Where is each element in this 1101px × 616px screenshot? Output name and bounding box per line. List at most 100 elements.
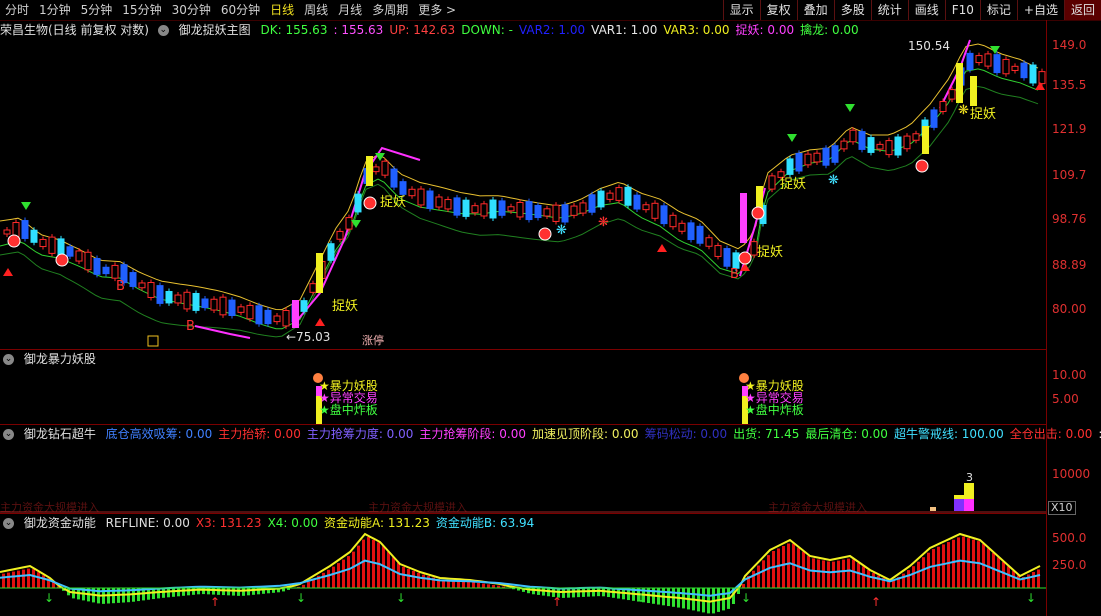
- signal-bar-magenta: [740, 193, 747, 243]
- momentum-bar-green: [237, 588, 240, 596]
- momentum-bar-green: [572, 588, 575, 598]
- panel4-value-4: 资金动能B: 63.94: [435, 516, 535, 530]
- panel3-scale-badge[interactable]: X10: [1048, 501, 1076, 515]
- period-tab-4[interactable]: 30分钟: [167, 0, 216, 20]
- panel3-faint-text: 主力资金大规模进入: [768, 500, 867, 513]
- period-tab-0[interactable]: 分时: [0, 0, 34, 20]
- period-tab-10[interactable]: 更多 >: [413, 0, 461, 20]
- panel2-label: ★盘中炸板: [319, 402, 378, 417]
- momentum-bar-red: [32, 569, 35, 588]
- collapse-icon[interactable]: ⌄: [3, 354, 14, 365]
- period-tab-2[interactable]: 5分钟: [76, 0, 118, 20]
- momentum-bar-red: [787, 543, 790, 588]
- toolbar-button-6[interactable]: F10: [944, 0, 980, 20]
- candle-body: [984, 53, 992, 67]
- panel4-chart[interactable]: ↓ ↑ ↓ ↓ ↑ ↓ ↓ ↑ ↓: [0, 532, 1046, 616]
- candle-body: [804, 153, 812, 166]
- panel3-chart[interactable]: 主力资金大规模进入 主力资金大规模进入 主力资金大规模进入 3: [0, 443, 1046, 513]
- momentum-bar-green: [182, 588, 185, 596]
- main-value-7: 捉妖: 0.00: [735, 23, 795, 37]
- main-value-6: VAR3: 0.00: [663, 23, 730, 37]
- main-ytick-6: 80.00: [1052, 302, 1087, 316]
- candle-body: [336, 230, 344, 240]
- momentum-bar-red: [892, 580, 895, 588]
- candle-body: [147, 282, 155, 298]
- candle-body: [372, 166, 380, 173]
- momentum-bar-red: [362, 539, 365, 588]
- toolbar-button-8[interactable]: +自选: [1016, 0, 1064, 20]
- period-tab-5[interactable]: 60分钟: [216, 0, 265, 20]
- momentum-bar-red: [912, 566, 915, 588]
- period-tab-7[interactable]: 周线: [299, 0, 333, 20]
- momentum-bar-green: [247, 588, 250, 596]
- panel2-indicator-name[interactable]: 御龙暴力妖股: [24, 352, 96, 366]
- main-price-chart[interactable]: ❋❋❋❋捉妖捉妖捉妖捉妖BBB涨停捉妖150.54←75.03: [0, 38, 1046, 350]
- momentum-bar-red: [922, 557, 925, 588]
- period-tab-9[interactable]: 多周期: [367, 0, 413, 20]
- momentum-bar-green: [167, 588, 170, 598]
- panel3-indicator-name[interactable]: 御龙钻石超牛: [24, 427, 96, 441]
- collapse-icon[interactable]: ⌄: [157, 25, 169, 36]
- momentum-bar-red: [767, 555, 770, 588]
- momentum-bar-red: [947, 542, 950, 588]
- ma-line-green: [0, 68, 1039, 330]
- candle-body: [867, 137, 875, 153]
- arrow-down-icon: ↓: [296, 591, 306, 605]
- momentum-bar-red: [867, 569, 870, 588]
- candle-body: [84, 251, 92, 271]
- panel3-faint-text: 主力资金大规模进入: [368, 500, 467, 513]
- toolbar-button-1[interactable]: 复权: [759, 0, 797, 20]
- candle-body: [1011, 65, 1019, 71]
- main-value-0: DK: 155.63: [260, 23, 328, 37]
- momentum-bar-red: [347, 556, 350, 588]
- panel3-value-1: 主力抬轿: 0.00: [218, 427, 301, 441]
- toolbar-button-3[interactable]: 多股: [833, 0, 871, 20]
- main-ytick-3: 109.7: [1052, 168, 1087, 182]
- momentum-bar-red: [872, 573, 875, 588]
- main-ytick-2: 121.9: [1052, 122, 1087, 136]
- collapse-icon[interactable]: ⌄: [3, 429, 14, 440]
- candle-body: [75, 250, 83, 262]
- panel4-ytick-500: 500.0: [1052, 531, 1087, 545]
- momentum-bar-green: [597, 588, 600, 597]
- candle-body: [606, 192, 614, 200]
- collapse-icon[interactable]: ⌄: [3, 518, 14, 529]
- panel2-chart[interactable]: ★暴力妖股★异常交易★盘中炸板★暴力妖股★异常交易★盘中炸板: [0, 368, 1046, 424]
- candle-body: [192, 292, 200, 311]
- candle-body: [858, 131, 866, 150]
- annotation-label: B: [730, 267, 739, 282]
- period-tab-3[interactable]: 15分钟: [117, 0, 166, 20]
- panel3-value-8: 超牛警戒线: 100.00: [893, 427, 1004, 441]
- candle-body: [687, 222, 695, 241]
- candle-body: [57, 238, 65, 257]
- arrow-down-icon: ↓: [396, 591, 406, 605]
- period-tab-1[interactable]: 1分钟: [34, 0, 76, 20]
- period-tab-6[interactable]: 日线: [265, 0, 299, 20]
- candle-body: [1002, 58, 1010, 75]
- candle-body: [498, 200, 506, 216]
- period-tab-8[interactable]: 月线: [333, 0, 367, 20]
- toolbar-button-0[interactable]: 显示: [722, 0, 760, 20]
- panel4-indicator-name[interactable]: 御龙资金动能: [24, 516, 96, 530]
- main-indicator-name[interactable]: 御龙捉妖主图: [179, 23, 251, 37]
- toolbar-button-9[interactable]: 返回: [1063, 0, 1101, 20]
- toolbar-button-5[interactable]: 画线: [907, 0, 945, 20]
- arrow-up-icon: ↑: [871, 595, 881, 609]
- main-panel-title: 荣昌生物(日线 前复权 对数) ⌄ 御龙捉妖主图 DK: 155.63: 155…: [0, 21, 871, 39]
- candle-body: [831, 145, 839, 163]
- candle-body: [678, 222, 686, 232]
- candle-body: [768, 175, 776, 190]
- momentum-bar-red: [412, 570, 415, 588]
- arrow-down-icon: ↓: [44, 591, 54, 605]
- toolbar-button-4[interactable]: 统计: [870, 0, 908, 20]
- panel2-label: ★盘中炸板: [745, 402, 804, 417]
- toolbar-button-7[interactable]: 标记: [979, 0, 1017, 20]
- momentum-bar-red: [472, 582, 475, 588]
- toolbar-button-2[interactable]: 叠加: [796, 0, 834, 20]
- momentum-bar-green: [567, 588, 570, 598]
- candle-body: [525, 201, 533, 221]
- signal-bar-yellow: [366, 156, 373, 186]
- momentum-bar-red: [932, 549, 935, 588]
- candle-body: [840, 140, 848, 150]
- main-ytick-4: 98.76: [1052, 212, 1087, 226]
